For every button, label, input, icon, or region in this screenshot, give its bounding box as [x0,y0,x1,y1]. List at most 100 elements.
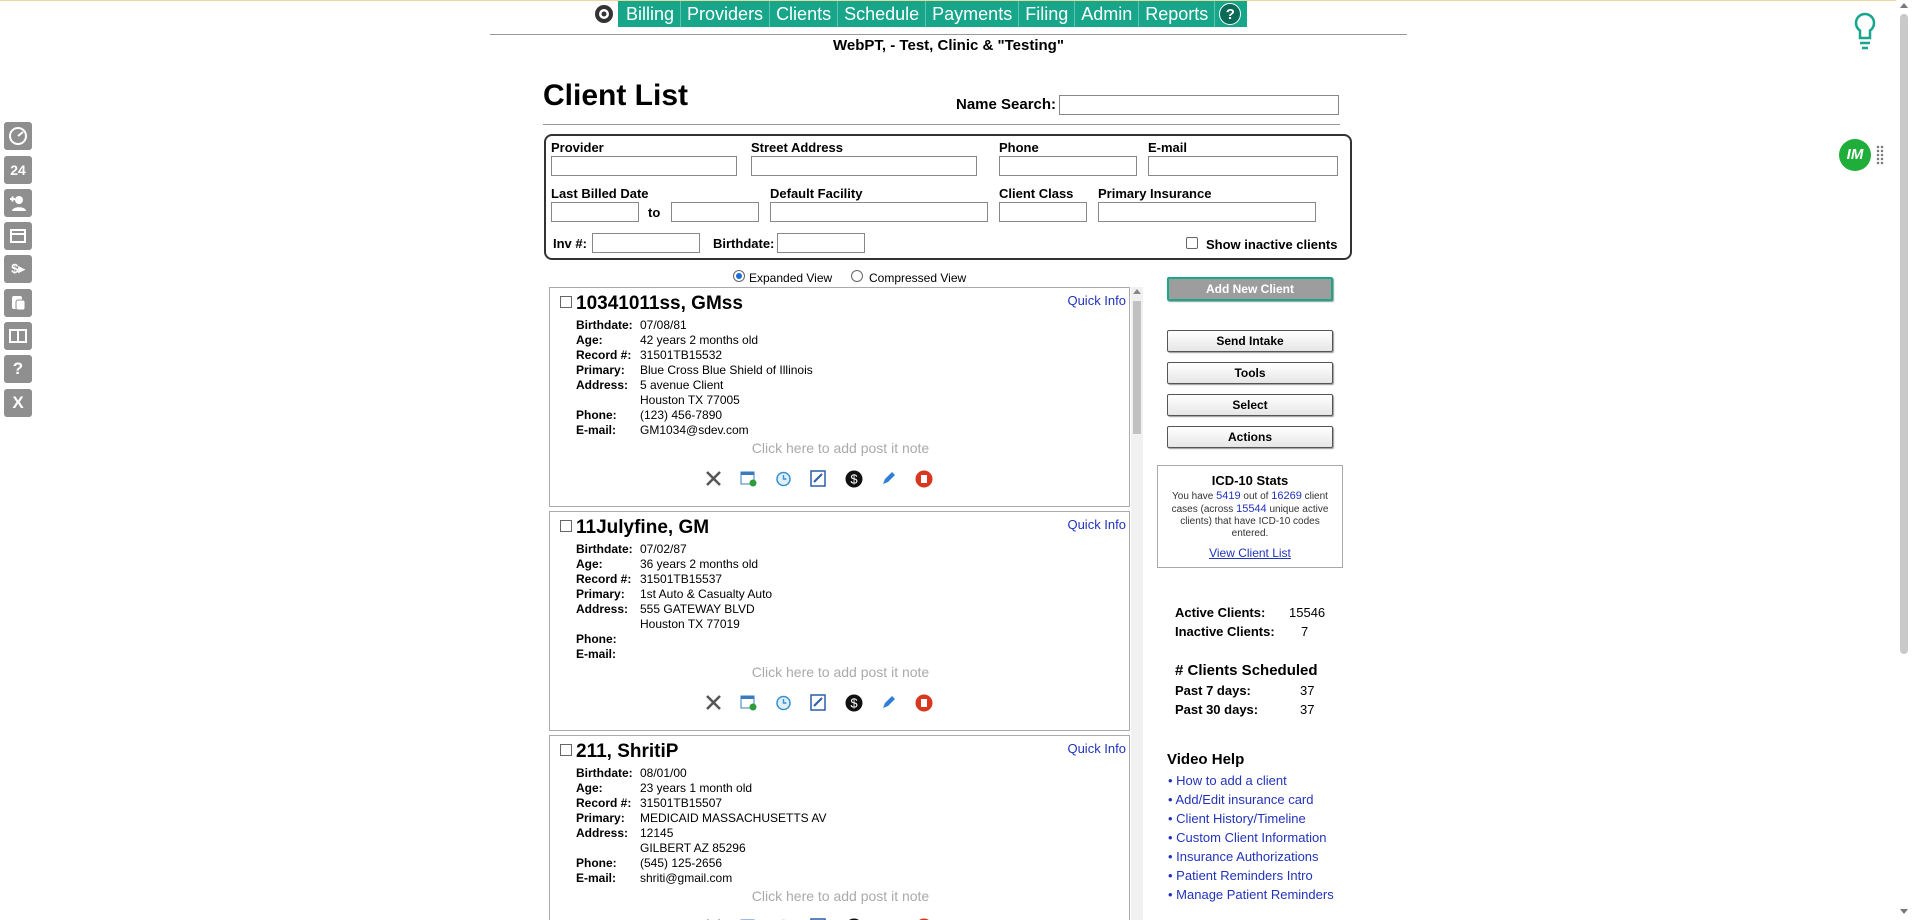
tools-button[interactable]: Tools [1167,362,1333,384]
nav-providers[interactable]: Providers [681,1,771,27]
nav-payments[interactable]: Payments [926,1,1020,27]
name-search-input[interactable] [1059,95,1339,115]
name-search-label: Name Search: [956,96,1057,113]
im-chat-badge[interactable]: IM [1839,139,1871,171]
nav-reports[interactable]: Reports [1139,1,1216,27]
postit-note[interactable]: Click here to add post it note [550,440,1131,456]
client-checkbox[interactable] [560,520,572,532]
phone-input[interactable] [999,156,1137,176]
tools-icon[interactable] [704,693,723,712]
active-clients-label: Active Clients: [1175,605,1266,620]
postit-note[interactable]: Click here to add post it note [550,888,1131,904]
provider-input[interactable] [551,156,737,176]
calendar-add-icon[interactable] [739,469,758,488]
past-7-days-label: Past 7 days: [1175,683,1251,698]
primary-row: Primary: 1st Auto & Casualty Auto [576,587,773,601]
compressed-view-radio[interactable] [851,270,863,282]
last-billed-from-input[interactable] [551,202,639,222]
quick-info-link[interactable]: Quick Info [1067,517,1126,532]
client-name[interactable]: 211, ShritiP [576,741,678,763]
postit-note[interactable]: Click here to add post it note [550,664,1131,680]
video-link-client-history[interactable]: • Client History/Timeline [1168,811,1306,826]
notes-icon[interactable] [4,289,32,317]
clients-scheduled-title: # Clients Scheduled [1175,662,1318,679]
client-card: 11Julyfine, GM Quick Info Birthdate: 07/0… [549,511,1130,731]
inv-input[interactable] [592,233,700,253]
page-scrollbar-thumb[interactable] [1900,14,1908,654]
video-link-manage-reminders[interactable]: • Manage Patient Reminders [1168,887,1334,902]
client-name[interactable]: 11Julyfine, GM [576,517,709,539]
payment-icon[interactable]: $▸ [4,255,32,283]
address-row: Address: 12145 [576,826,674,840]
client-checkbox[interactable] [560,296,572,308]
pencil-icon[interactable] [879,469,898,488]
quick-info-link[interactable]: Quick Info [1067,741,1126,756]
billing-dollar-icon[interactable]: $ [844,693,863,712]
scrollbar-thumb[interactable] [1133,301,1141,434]
nav-admin[interactable]: Admin [1075,1,1140,27]
close-icon[interactable]: X [4,389,32,417]
delete-icon[interactable] [914,469,933,488]
record-row: Record #: 31501TB15507 [576,796,723,810]
page-scrollbar[interactable] [1896,0,1912,920]
client-name[interactable]: 10341011ss, GMss [576,293,743,315]
nav-filing[interactable]: Filing [1019,1,1076,27]
nav-clients[interactable]: Clients [770,1,839,27]
client-checkbox[interactable] [560,744,572,756]
to-label: to [648,205,661,220]
drag-handle-icon[interactable] [1876,145,1884,165]
reminder-clock-icon[interactable] [774,469,793,488]
email-row: E-mail: GM1034@sdev.com [576,423,749,437]
add-client-icon[interactable] [4,189,32,217]
book-icon[interactable] [4,322,32,350]
webpt-logo-icon[interactable] [590,1,618,27]
video-link-custom-info[interactable]: • Custom Client Information [1168,830,1326,845]
edit-note-icon[interactable] [809,693,828,712]
pencil-icon[interactable] [879,693,898,712]
reminder-clock-icon[interactable] [774,693,793,712]
video-link-insurance-auth[interactable]: • Insurance Authorizations [1168,849,1319,864]
nav-billing[interactable]: Billing [620,1,682,27]
delete-icon[interactable] [914,693,933,712]
page-scroll-down-icon[interactable] [1900,909,1908,914]
icd10-stats-description: You have 5419 out of 16269 client cases … [1171,490,1329,539]
video-link-add-client[interactable]: • How to add a client [1168,773,1287,788]
view-client-list-link[interactable]: View Client List [1158,546,1342,560]
actions-button[interactable]: Actions [1167,426,1333,448]
add-new-client-button[interactable]: Add New Client [1167,277,1333,301]
expanded-view-radio[interactable] [733,270,745,282]
quick-info-link[interactable]: Quick Info [1067,293,1126,308]
birthdate-input[interactable] [777,233,865,253]
calendar-add-icon[interactable] [739,693,758,712]
show-inactive-checkbox[interactable] [1186,237,1198,249]
billing-dollar-icon[interactable]: $ [844,469,863,488]
scroll-up-arrow-icon[interactable] [1133,289,1141,294]
select-button[interactable]: Select [1167,394,1333,416]
video-link-insurance-card[interactable]: • Add/Edit insurance card [1168,792,1313,807]
video-help-title: Video Help [1167,751,1245,768]
video-link-reminders-intro[interactable]: • Patient Reminders Intro [1168,868,1313,883]
help-icon[interactable]: ? [1219,3,1242,25]
dashboard-icon[interactable] [4,122,32,150]
inbox-icon[interactable] [4,222,32,250]
nav-schedule[interactable]: Schedule [838,1,927,27]
lightbulb-icon[interactable] [1853,12,1877,52]
tools-icon[interactable] [704,469,723,488]
edit-note-icon[interactable] [809,469,828,488]
primary-row: Primary: Blue Cross Blue Shield of Illino… [576,363,813,377]
nav-bar: Billing Providers Clients Schedule Payme… [618,1,1248,27]
phone-row: Phone: (545) 125-2656 [576,856,723,870]
calendar-24-icon[interactable]: 24 [4,156,32,184]
street-address-input[interactable] [751,156,977,176]
client-class-input[interactable] [999,202,1087,222]
default-facility-input[interactable] [770,202,988,222]
page-scroll-up-icon[interactable] [1900,3,1908,8]
age-row: Age: 42 years 2 months old [576,333,759,347]
send-intake-button[interactable]: Send Intake [1167,330,1333,352]
last-billed-to-input[interactable] [671,202,759,222]
show-inactive-label: Show inactive clients [1206,237,1338,252]
client-list-scrollbar[interactable] [1131,287,1143,920]
email-input[interactable] [1148,156,1338,176]
primary-insurance-input[interactable] [1098,202,1316,222]
help-question-icon[interactable]: ? [4,355,32,383]
